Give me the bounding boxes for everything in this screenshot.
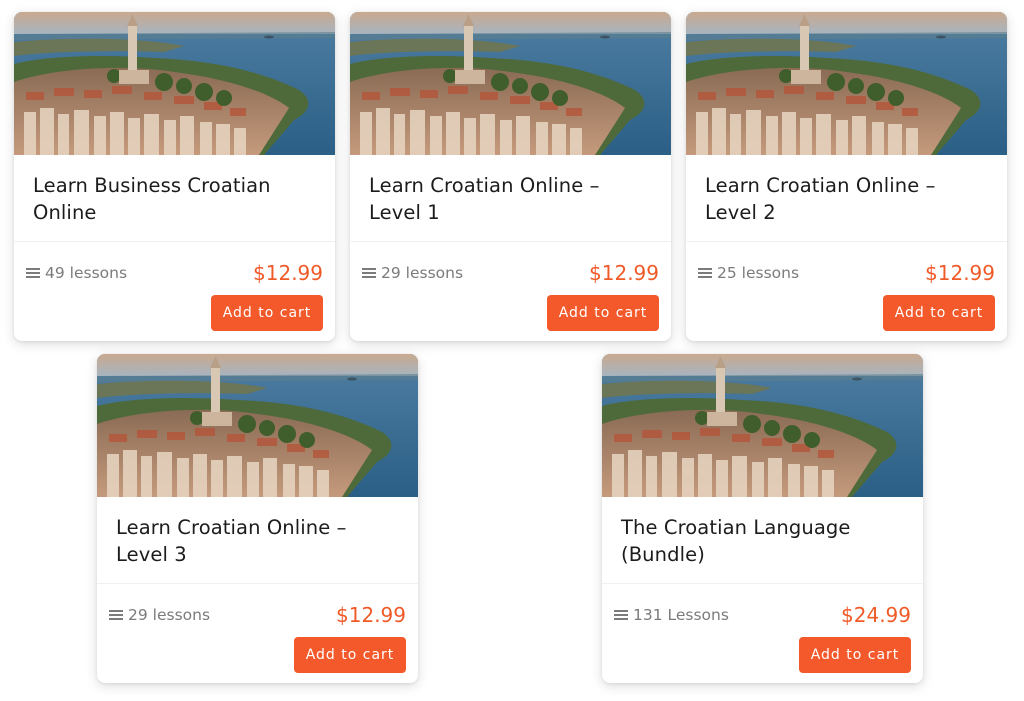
course-thumbnail-image[interactable] xyxy=(686,12,1007,155)
course-title[interactable]: Learn Croatian Online – Level 2 xyxy=(705,172,988,226)
list-icon xyxy=(109,609,123,621)
list-icon xyxy=(698,267,712,279)
lesson-count-label: 25 lessons xyxy=(717,264,800,282)
course-price: $12.99 xyxy=(336,603,406,627)
course-title-area: Learn Croatian Online – Level 1 xyxy=(350,155,671,242)
course-title[interactable]: Learn Business Croatian Online xyxy=(33,172,316,226)
course-meta-row: 131 Lessons $24.99 xyxy=(614,600,911,630)
add-to-cart-button[interactable]: Add to cart xyxy=(294,637,406,673)
course-thumbnail-image[interactable] xyxy=(14,12,335,155)
course-card: Learn Croatian Online – Level 1 29 lesso… xyxy=(350,12,671,341)
course-title-area: Learn Croatian Online – Level 2 xyxy=(686,155,1007,242)
lesson-count-label: 29 lessons xyxy=(128,606,211,624)
course-meta-row: 29 lessons $12.99 xyxy=(362,258,659,288)
course-title[interactable]: Learn Croatian Online – Level 1 xyxy=(369,172,652,226)
lesson-count-label: 49 lessons xyxy=(45,264,128,282)
lesson-count: 29 lessons xyxy=(362,264,463,282)
list-icon xyxy=(26,267,40,279)
course-title[interactable]: The Croatian Language (Bundle) xyxy=(621,514,904,568)
course-price: $12.99 xyxy=(253,261,323,285)
lesson-count: 49 lessons xyxy=(26,264,127,282)
course-price: $12.99 xyxy=(589,261,659,285)
course-title-area: The Croatian Language (Bundle) xyxy=(602,497,923,584)
course-title[interactable]: Learn Croatian Online – Level 3 xyxy=(116,514,399,568)
add-to-cart-button[interactable]: Add to cart xyxy=(799,637,911,673)
course-card: Learn Croatian Online – Level 3 29 lesso… xyxy=(97,354,418,683)
course-card: Learn Croatian Online – Level 2 25 lesso… xyxy=(686,12,1007,341)
course-meta-row: 49 lessons $12.99 xyxy=(26,258,323,288)
add-to-cart-button[interactable]: Add to cart xyxy=(883,295,995,331)
lesson-count-label: 131 Lessons xyxy=(633,606,729,624)
lesson-count: 131 Lessons xyxy=(614,606,729,624)
lesson-count: 29 lessons xyxy=(109,606,210,624)
course-title-area: Learn Business Croatian Online xyxy=(14,155,335,242)
course-thumbnail-image[interactable] xyxy=(97,354,418,497)
add-to-cart-button[interactable]: Add to cart xyxy=(211,295,323,331)
course-thumbnail-image[interactable] xyxy=(602,354,923,497)
course-title-area: Learn Croatian Online – Level 3 xyxy=(97,497,418,584)
course-card: The Croatian Language (Bundle) 131 Lesso… xyxy=(602,354,923,683)
course-price: $24.99 xyxy=(841,603,911,627)
add-to-cart-button[interactable]: Add to cart xyxy=(547,295,659,331)
lesson-count: 25 lessons xyxy=(698,264,799,282)
course-price: $12.99 xyxy=(925,261,995,285)
course-meta-row: 25 lessons $12.99 xyxy=(698,258,995,288)
course-card: Learn Business Croatian Online 49 lesson… xyxy=(14,12,335,341)
list-icon xyxy=(614,609,628,621)
list-icon xyxy=(362,267,376,279)
course-thumbnail-image[interactable] xyxy=(350,12,671,155)
course-meta-row: 29 lessons $12.99 xyxy=(109,600,406,630)
lesson-count-label: 29 lessons xyxy=(381,264,464,282)
